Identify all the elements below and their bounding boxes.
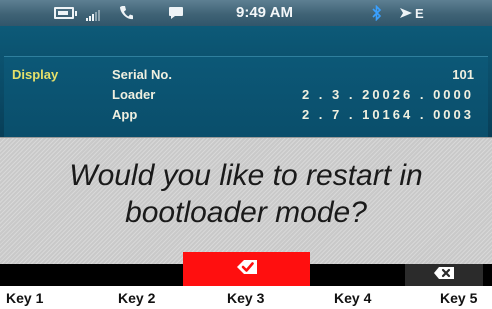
- loader-label: Loader: [112, 87, 156, 102]
- key-1-label: Key 1: [6, 290, 44, 306]
- checkmark-icon: [235, 258, 259, 281]
- bluetooth-icon: [372, 4, 382, 22]
- dialog-message: Would you like to restart in bootloader …: [20, 157, 472, 231]
- serial-value: 101: [452, 67, 474, 82]
- key-labels: Key 1 Key 2 Key 3 Key 4 Key 5: [0, 288, 492, 309]
- network-type-label: E: [415, 5, 424, 21]
- section-label: Display: [12, 67, 59, 82]
- restart-dialog: Would you like to restart in bootloader …: [0, 137, 492, 265]
- app-version: 2 . 7 . 10164 . 0003: [301, 107, 474, 122]
- serial-label: Serial No.: [112, 67, 172, 82]
- device-info-box: Display Serial No. 101 Loader 2 . 3 . 20…: [4, 56, 488, 138]
- device-info-panel: Display Serial No. 101 Loader 2 . 3 . 20…: [0, 26, 492, 138]
- key-4-label: Key 4: [334, 290, 372, 306]
- delete-icon: [433, 266, 455, 285]
- key-2-label: Key 2: [118, 290, 156, 306]
- softkey-4[interactable]: [312, 264, 402, 286]
- status-time: 9:49 AM: [236, 4, 293, 21]
- network-icon: E: [400, 4, 424, 22]
- loader-version: 2 . 3 . 20026 . 0000: [301, 87, 474, 102]
- confirm-button[interactable]: [183, 252, 310, 286]
- chat-icon: [168, 4, 184, 22]
- dialog-message-line1: Would you like to restart in: [69, 159, 423, 192]
- device-screen: 9:49 AM E Display Serial No. 101 Loader …: [0, 0, 492, 286]
- delete-button[interactable]: [405, 264, 483, 286]
- key-5-label: Key 5: [440, 290, 478, 306]
- softkey-1[interactable]: [0, 264, 90, 286]
- signal-icon: [86, 7, 101, 21]
- battery-icon: [54, 4, 77, 22]
- app-label: App: [112, 107, 138, 122]
- dialog-message-line2: bootloader mode?: [125, 196, 367, 229]
- phone-icon: [119, 4, 133, 22]
- status-bar: 9:49 AM E: [0, 0, 492, 26]
- softkey-2[interactable]: [92, 264, 180, 286]
- softkey-bar: [0, 252, 492, 286]
- key-3-label: Key 3: [227, 290, 265, 306]
